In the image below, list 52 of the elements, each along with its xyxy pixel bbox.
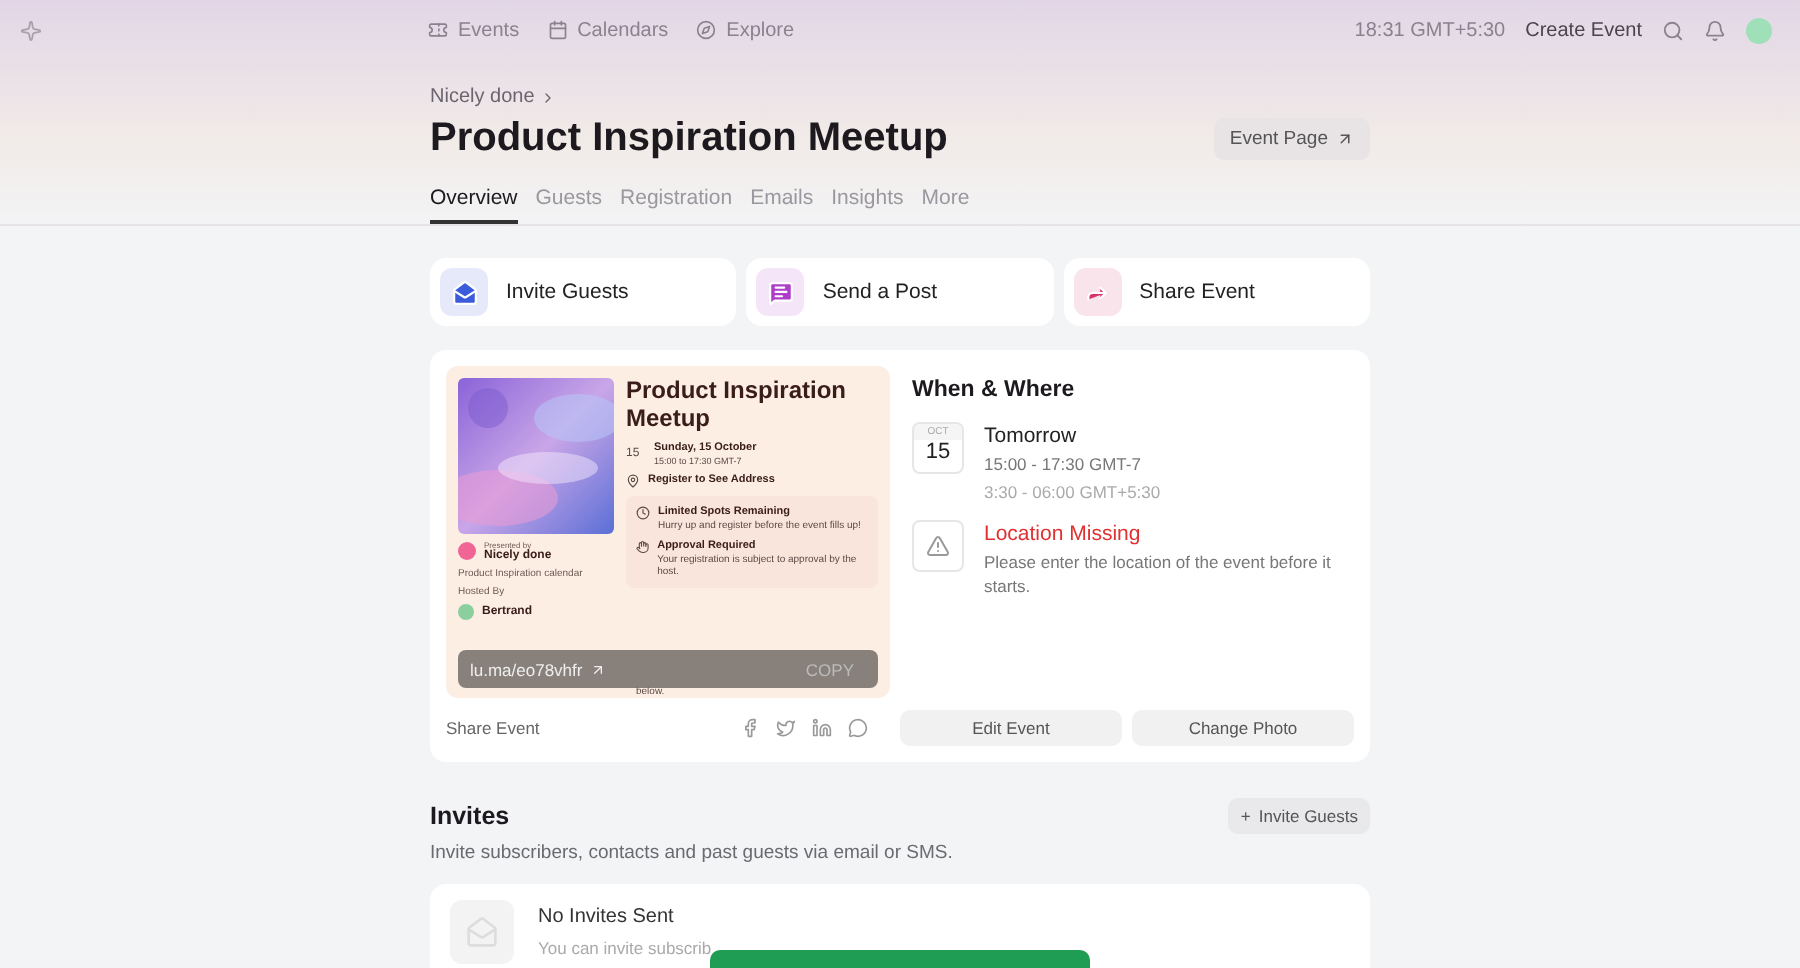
action-card[interactable]: Share Event [1063, 258, 1370, 326]
breadcrumb-link[interactable]: Nicely done [430, 86, 1370, 108]
calendar-icon [547, 20, 568, 40]
preview-title: Product Inspiration Meetup [626, 378, 849, 434]
edit-event-button[interactable]: Edit Event [900, 710, 1122, 746]
chat-bubble-icon[interactable] [848, 718, 868, 738]
pin-icon [626, 473, 640, 488]
empty-title: No Invites Sent [538, 906, 676, 928]
host-avatar [458, 542, 476, 560]
location-warning-title: Location Missing [984, 520, 1143, 549]
linkedin-icon[interactable] [812, 718, 832, 738]
section-heading: When & Where [912, 378, 1077, 402]
location-warning-text: Please enter the location of the event before it starts. [984, 552, 1333, 599]
section-heading: Invites [430, 802, 510, 830]
action-card[interactable]: Send a Post [746, 258, 1054, 326]
sparkle-icon[interactable] [20, 19, 42, 41]
clock-icon [636, 505, 650, 520]
bell-icon[interactable] [1704, 19, 1726, 41]
tab[interactable]: Overview [430, 186, 518, 224]
nav-link[interactable]: Events [428, 19, 520, 41]
ticket-icon [428, 20, 448, 40]
tab[interactable]: Emails [750, 186, 814, 224]
nav-link[interactable]: Explore [696, 19, 795, 41]
event-title: Product Inspiration Meetup [430, 116, 948, 162]
tab[interactable]: Registration [620, 186, 733, 224]
tab[interactable]: More [921, 186, 970, 224]
event-link[interactable]: lu.ma/eo78vhfr [470, 659, 607, 679]
facebook-icon[interactable] [740, 718, 760, 738]
event-page-button[interactable]: Event Page [1213, 118, 1370, 160]
hand-icon [636, 539, 650, 554]
compass-icon [696, 20, 717, 40]
create-event-link[interactable]: Create Event [1525, 19, 1642, 41]
envelope-icon [466, 916, 498, 948]
arrow-up-right-icon [590, 661, 607, 677]
arrow-up-right-icon [1336, 130, 1354, 148]
when-text: Tomorrow [984, 422, 1079, 451]
twitter-icon[interactable] [776, 718, 796, 738]
tab[interactable]: Guests [535, 186, 603, 224]
invites-subtitle: Invite subscribers, contacts and past guests via email or SMS. [430, 842, 955, 864]
time-text: 18:31 GMT+5:30 [1354, 19, 1506, 41]
change-photo-button[interactable]: Change Photo [1132, 710, 1354, 746]
tab[interactable]: Insights [831, 186, 904, 224]
time-text: 15:00 - 17:30 GMT-7 [984, 454, 1143, 478]
host-avatar [458, 604, 474, 620]
share-label: Share Event [446, 718, 540, 738]
local-time-text: 3:30 - 06:00 GMT+5:30 [984, 481, 1161, 505]
search-icon[interactable] [1662, 19, 1684, 41]
invite-guests-button[interactable]: + Invite Guests [1228, 798, 1370, 834]
empty-text: You can invite subscrib [538, 938, 712, 958]
warning-icon [926, 534, 950, 559]
nav-link[interactable]: Calendars [547, 19, 669, 41]
action-card[interactable]: Invite Guests [430, 258, 737, 326]
